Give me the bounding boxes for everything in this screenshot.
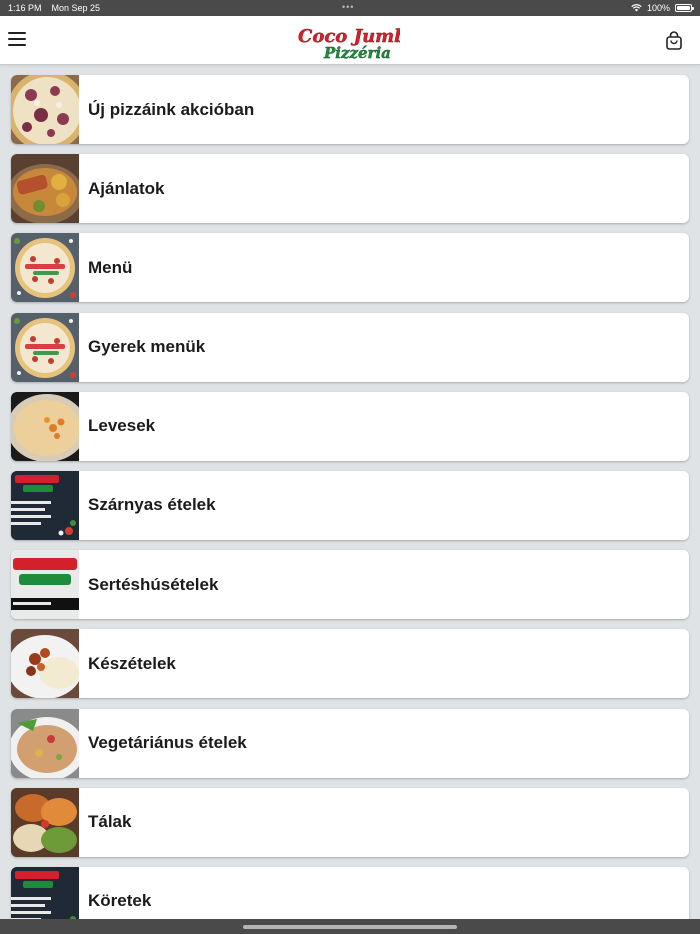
app-header: Coco Jumbo Pizzéria: [0, 16, 700, 65]
category-thumbnail: [11, 391, 79, 461]
category-label: Tálak: [88, 812, 132, 832]
category-thumbnail: [11, 470, 79, 540]
category-label: Vegetáriánus ételek: [88, 733, 247, 752]
category-thumbnail: [11, 787, 79, 857]
category-card[interactable]: Levesek: [11, 391, 689, 461]
category-label: Készételek: [88, 653, 176, 673]
logo-text-line2: Pizzéria: [323, 44, 391, 62]
category-thumbnail: [11, 75, 79, 144]
status-bar: 1:16 PM Mon Sep 25 ••• 100%: [0, 0, 700, 16]
category-label: Szárnyas ételek: [88, 495, 216, 515]
battery-percent: 100%: [646, 3, 670, 13]
status-time: 1:16 PM: [8, 3, 42, 13]
category-card[interactable]: Sertéshúsételek: [11, 550, 689, 620]
hamburger-menu-icon[interactable]: [8, 32, 26, 48]
bottom-bar: [0, 919, 700, 934]
category-card[interactable]: Új pizzáink akcióban: [11, 75, 689, 144]
category-thumbnail: [11, 629, 79, 699]
category-label: Gyerek menük: [88, 337, 206, 357]
category-thumbnail: [11, 550, 79, 620]
category-label: Levesek: [88, 416, 156, 436]
category-card[interactable]: Ajánlatok: [11, 154, 689, 224]
category-card[interactable]: Gyerek menük: [11, 312, 689, 382]
wifi-icon: [631, 4, 642, 12]
category-label: Új pizzáink akcióban: [88, 99, 255, 119]
category-label: Menü: [88, 257, 133, 277]
category-thumbnail: [11, 233, 79, 303]
status-date: Mon Sep 25: [51, 3, 101, 13]
coco-jumbo-logo[interactable]: Coco Jumbo Pizzéria: [296, 20, 400, 62]
category-card[interactable]: Vegetáriánus ételek: [11, 708, 689, 778]
category-thumbnail: [11, 154, 79, 224]
category-card[interactable]: Készételek: [11, 629, 689, 699]
multitasking-dots-icon[interactable]: •••: [342, 2, 354, 12]
category-label: Köretek: [88, 891, 152, 911]
category-thumbnail: [11, 708, 79, 778]
category-card[interactable]: Tálak: [11, 787, 689, 857]
category-label: Ajánlatok: [88, 178, 165, 198]
category-list: Új pizzáink akcióban Ajánlatok Menü Gyer…: [11, 75, 689, 934]
category-card[interactable]: Szárnyas ételek: [11, 470, 689, 540]
category-thumbnail: [11, 312, 79, 382]
home-indicator[interactable]: [243, 925, 457, 929]
category-card[interactable]: Menü: [11, 233, 689, 303]
category-label: Sertéshúsételek: [88, 574, 219, 594]
shopping-bag-icon[interactable]: [665, 31, 683, 50]
battery-icon: [675, 4, 694, 12]
